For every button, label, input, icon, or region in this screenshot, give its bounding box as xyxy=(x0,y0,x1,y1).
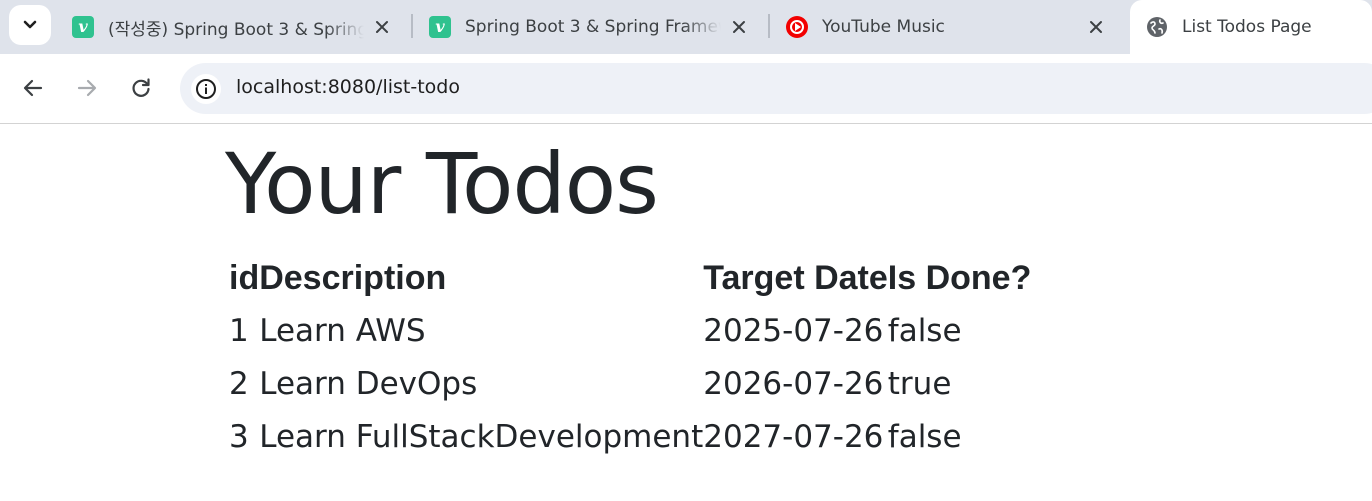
header-target-date: Target Date xyxy=(703,258,888,297)
cell-target-date: 2025-07-26 xyxy=(703,312,884,349)
header-id: id xyxy=(229,258,260,297)
tab-3[interactable]: YouTube Music xyxy=(770,0,1122,54)
close-icon xyxy=(1090,21,1102,33)
tab-title: List Todos Page xyxy=(1182,17,1312,37)
cell-is-done: true xyxy=(887,365,952,402)
tab-search-button[interactable] xyxy=(9,5,51,45)
close-tab-1-button[interactable] xyxy=(370,15,394,39)
address-bar[interactable]: localhost:8080/list-todo xyxy=(180,63,1372,114)
url-text[interactable]: localhost:8080/list-todo xyxy=(236,76,460,98)
velog-icon: v xyxy=(429,16,451,38)
site-info-button[interactable] xyxy=(191,74,221,104)
reload-button[interactable] xyxy=(122,69,160,107)
cell-is-done: false xyxy=(887,312,962,349)
back-button[interactable] xyxy=(14,69,52,107)
header-is-done: Is Done? xyxy=(887,258,1032,297)
todos-table: id Description Target Date Is Done? 1 Le… xyxy=(229,252,1031,463)
tab-title: Spring Boot 3 & Spring Framework 6 xyxy=(465,17,721,37)
cell-description: Learn DevOps xyxy=(259,365,478,402)
tab-title: (작성중) Spring Boot 3 & Spring Framework 6 xyxy=(108,19,364,40)
tab-4-active[interactable]: List Todos Page xyxy=(1130,0,1372,54)
arrow-left-icon xyxy=(23,79,43,97)
close-tab-3-button[interactable] xyxy=(1084,15,1108,39)
arrow-right-icon xyxy=(77,79,97,97)
tab-1[interactable]: v (작성중) Spring Boot 3 & Spring Framework… xyxy=(56,0,408,54)
cell-target-date: 2026-07-26 xyxy=(703,365,884,402)
youtube-music-icon xyxy=(786,16,808,38)
globe-icon xyxy=(1146,16,1168,38)
tab-2[interactable]: v Spring Boot 3 & Spring Framework 6 xyxy=(413,0,765,54)
close-tab-2-button[interactable] xyxy=(727,15,751,39)
tab-title: YouTube Music xyxy=(822,17,945,37)
reload-icon xyxy=(132,78,150,97)
page-title: Your Todos xyxy=(225,135,659,233)
close-icon xyxy=(376,21,388,33)
cell-id: 3 xyxy=(229,418,249,455)
header-description: Description xyxy=(259,258,447,297)
cell-description: Learn FullStackDevelopment xyxy=(259,418,704,455)
velog-icon: v xyxy=(72,16,94,38)
cell-description: Learn AWS xyxy=(259,312,426,349)
table-header-row: id Description Target Date Is Done? xyxy=(229,252,1031,304)
forward-button[interactable] xyxy=(68,69,106,107)
table-row: 3 Learn FullStackDevelopment 2027-07-26 … xyxy=(229,410,1031,463)
cell-is-done: false xyxy=(887,418,962,455)
cell-id: 2 xyxy=(229,365,249,402)
close-icon xyxy=(733,21,745,33)
tab-strip: v (작성중) Spring Boot 3 & Spring Framework… xyxy=(0,0,1372,54)
browser-toolbar: localhost:8080/list-todo xyxy=(0,54,1372,124)
table-row: 2 Learn DevOps 2026-07-26 true xyxy=(229,357,1031,410)
chevron-down-icon xyxy=(23,20,37,29)
cell-id: 1 xyxy=(229,312,249,349)
cell-target-date: 2027-07-26 xyxy=(703,418,884,455)
info-icon xyxy=(196,79,216,99)
table-row: 1 Learn AWS 2025-07-26 false xyxy=(229,304,1031,357)
